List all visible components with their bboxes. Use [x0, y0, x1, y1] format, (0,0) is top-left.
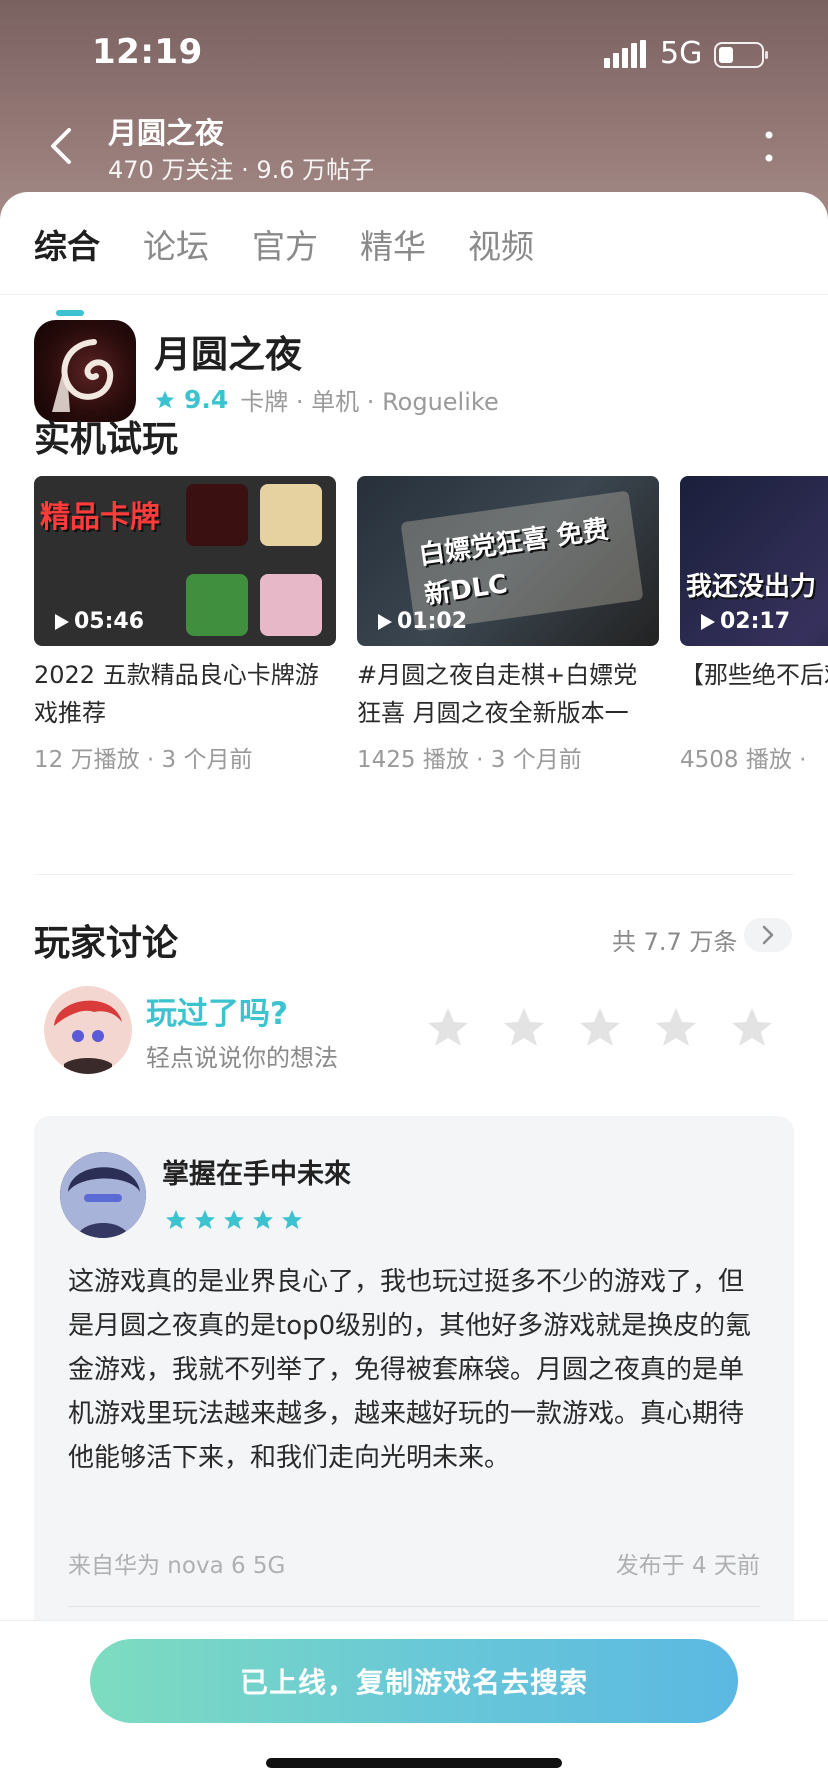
trial-section-title: 实机试玩	[34, 419, 179, 460]
star-icon[interactable]	[500, 1004, 548, 1052]
play-icon	[55, 613, 69, 630]
review-device: 来自华为 nova 6 5G	[68, 1553, 286, 1579]
star-icon	[224, 1210, 244, 1229]
discussion-title: 玩家讨论	[34, 923, 179, 964]
game-thumb-1	[186, 484, 248, 546]
star-icon	[166, 1210, 186, 1229]
tab-forum[interactable]: 论坛	[143, 220, 209, 268]
rate-prompt-title[interactable]: 玩过了吗?	[146, 988, 288, 1033]
moon-swirl-icon	[52, 339, 114, 412]
review-rating	[164, 1208, 324, 1234]
tab-featured[interactable]: 精华	[360, 220, 426, 268]
duration-text: 05:46	[74, 609, 145, 634]
tab-videos[interactable]: 视频	[468, 220, 534, 268]
video-card[interactable]: 白嫖党狂喜 免费新DLC 01:02 #月圆之夜自走棋+白嫖党狂喜 月圆之夜全新…	[357, 476, 659, 774]
rate-prompt-subtitle[interactable]: 轻点说说你的想法	[146, 1038, 338, 1073]
status-time: 12:19	[92, 32, 203, 72]
back-button[interactable]	[36, 118, 84, 174]
player-avatar	[44, 986, 132, 1074]
review-time: 发布于 4 天前	[615, 1553, 760, 1579]
rating-score: 9.4	[184, 385, 229, 414]
video-carousel: 精品卡牌 05:46 2022 五款精品良心卡牌游戏推荐 12 万播放 · 3 …	[34, 476, 828, 776]
copy-name-search-button[interactable]: 已上线，复制游戏名去搜索	[90, 1639, 738, 1723]
game-thumb-4	[260, 574, 322, 636]
play-icon	[378, 613, 392, 630]
video-card[interactable]: 精品卡牌 05:46 2022 五款精品良心卡牌游戏推荐 12 万播放 · 3 …	[34, 476, 336, 774]
content-sheet: 综合 论坛 官方 精华 视频 月圆之夜 9.4 卡牌 · 单机 · Roguel…	[0, 192, 828, 1792]
star-icon[interactable]	[652, 1004, 700, 1052]
video-thumbnail: 精品卡牌 05:46	[34, 476, 336, 646]
review-divider	[68, 1606, 760, 1607]
game-icon	[34, 320, 136, 422]
play-icon	[701, 613, 715, 630]
battery-icon	[714, 42, 768, 68]
review-text: 这游戏真的是业界良心了，我也玩过挺多不少的游戏了，但是月圆之夜真的是top0级别…	[68, 1267, 752, 1473]
tab-official[interactable]: 官方	[252, 220, 318, 268]
more-vertical-icon	[765, 131, 773, 162]
thumb-caption: 精品卡牌	[40, 500, 160, 535]
reviewer-name[interactable]: 掌握在手中未來	[162, 1152, 351, 1191]
star-icon	[155, 390, 175, 408]
video-card[interactable]: 我还没出力 02:17 【那些绝不后戏 01】《月圆 4508 播放 ·	[680, 476, 828, 774]
star-icon[interactable]	[728, 1004, 776, 1052]
tab-overview[interactable]: 综合	[34, 220, 100, 268]
thumb-caption: 我还没出力	[686, 572, 817, 602]
top-bar: 月圆之夜 470 万关注 · 9.6 万帖子	[0, 100, 828, 190]
video-meta: 12 万播放 · 3 个月前	[34, 747, 253, 773]
game-thumb-3	[186, 574, 248, 636]
chevron-left-icon	[51, 128, 71, 164]
star-icon[interactable]	[424, 1004, 472, 1052]
avatar-illustration	[44, 986, 132, 1074]
duration-text: 01:02	[397, 609, 468, 634]
duration-text: 02:17	[720, 609, 791, 634]
video-thumbnail: 白嫖党狂喜 免费新DLC 01:02	[357, 476, 659, 646]
tab-bar: 综合 论坛 官方 精华 视频	[0, 220, 828, 316]
discussion-more-button[interactable]	[744, 918, 792, 952]
rating-input	[424, 1004, 804, 1056]
page-subtitle: 470 万关注 · 9.6 万帖子	[108, 156, 375, 184]
star-icon	[253, 1210, 273, 1229]
page-title: 月圆之夜	[108, 116, 225, 150]
chevron-right-icon	[762, 925, 774, 945]
video-title: 【那些绝不后戏 01】《月圆	[680, 661, 828, 689]
review-card[interactable]: 掌握在手中未來 这游戏真的是业界良心了，我也玩过挺多不少的游戏了，但是月圆之夜真…	[34, 1116, 794, 1636]
signal-icon	[604, 40, 646, 68]
home-indicator	[266, 1758, 562, 1768]
video-duration: 02:17	[700, 609, 790, 634]
star-icon	[195, 1210, 215, 1229]
game-name: 月圆之夜	[154, 333, 302, 376]
discussion-count[interactable]: 共 7.7 万条	[612, 922, 737, 957]
game-meta: 9.4 卡牌 · 单机 · Roguelike	[154, 382, 499, 417]
video-duration: 05:46	[54, 609, 144, 634]
reviewer-avatar[interactable]	[60, 1152, 146, 1238]
active-tab-indicator	[56, 310, 84, 316]
more-button[interactable]	[746, 124, 792, 170]
section-divider	[34, 874, 794, 875]
video-title: 2022 五款精品良心卡牌游戏推荐	[34, 661, 319, 727]
video-meta: 1425 播放 · 3 个月前	[357, 747, 582, 773]
game-tags: 卡牌 · 单机 · Roguelike	[240, 388, 499, 416]
status-bar: 12:19 5G	[0, 0, 828, 110]
video-meta: 4508 播放 ·	[680, 747, 807, 773]
video-thumbnail: 我还没出力 02:17	[680, 476, 828, 646]
avatar-illustration	[60, 1152, 146, 1238]
video-duration: 01:02	[377, 609, 467, 634]
star-icon[interactable]	[576, 1004, 624, 1052]
star-icon	[282, 1210, 302, 1229]
game-thumb-2	[260, 484, 322, 546]
game-info[interactable]: 月圆之夜 9.4 卡牌 · 单机 · Roguelike	[34, 320, 794, 424]
tabs-divider	[0, 294, 828, 295]
video-title: #月圆之夜自走棋+白嫖党狂喜 月圆之夜全新版本一	[357, 661, 638, 727]
network-type: 5G	[660, 36, 703, 71]
